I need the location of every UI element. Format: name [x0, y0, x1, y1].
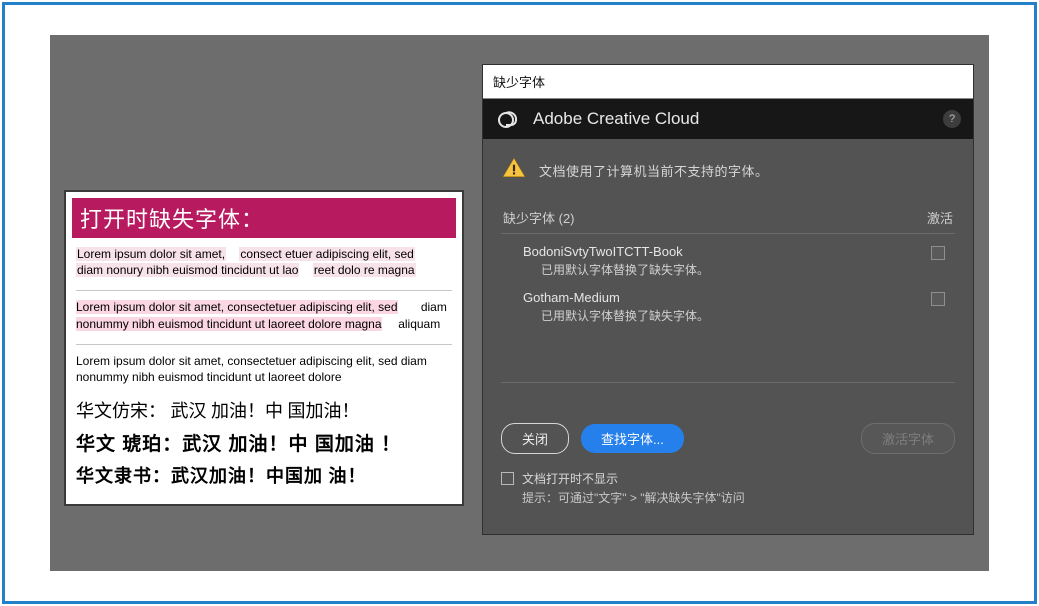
footer-row: 文档打开时不显示 提示：可通过"文字" > "解决缺失字体"访问 [501, 470, 955, 520]
chinese-font-rows: 华文仿宋： 武汉 加油！中 国加油！ 华文 琥珀：武汉 加油！中 国加油 ！ 华… [76, 397, 452, 488]
paragraph-2: Lorem ipsum dolor sit amet, consectetuer… [76, 299, 452, 331]
activate-fonts-button: 激活字体 [861, 423, 955, 454]
list-header-right: 激活 [927, 208, 953, 227]
warning-icon [501, 155, 527, 186]
divider [76, 344, 452, 345]
footer-text: 文档打开时不显示 提示：可通过"文字" > "解决缺失字体"访问 [522, 470, 745, 506]
font-item: Gotham-Medium 已用默认字体替换了缺失字体。 [501, 286, 955, 332]
cn-row-lishu: 华文隶书：武汉加油！中国加 油！ [76, 462, 452, 488]
missing-fonts-dialog: 缺少字体 Adobe Creative Cloud ? [483, 65, 973, 534]
font-item: BodoniSvtyTwoITCTT-Book 已用默认字体替换了缺失字体。 [501, 240, 955, 286]
dialog-body: 文档使用了计算机当前不支持的字体。 缺少字体 (2) 激活 BodoniSvty… [483, 139, 973, 534]
cn-row-fangsong: 华文仿宋： 武汉 加油！中 国加油！ [76, 397, 452, 423]
warning-row: 文档使用了计算机当前不支持的字体。 [501, 155, 955, 186]
close-button[interactable]: 关闭 [501, 423, 569, 454]
font-note: 已用默认字体替换了缺失字体。 [541, 307, 949, 324]
paragraph-1: Lorem ipsum dolor sit amet, consect etue… [76, 246, 452, 278]
font-name: BodoniSvtyTwoITCTT-Book [523, 244, 949, 259]
list-header-left: 缺少字体 (2) [503, 208, 575, 227]
dialog-brand-bar: Adobe Creative Cloud ? [483, 99, 973, 139]
creative-cloud-icon [497, 107, 521, 131]
workspace-area: 打开时缺失字体： Lorem ipsum dolor sit amet, con… [50, 35, 989, 571]
button-row: 关闭 查找字体... 激活字体 [501, 423, 955, 470]
paragraph-3: Lorem ipsum dolor sit amet, consectetuer… [76, 353, 452, 385]
outer-frame: 打开时缺失字体： Lorem ipsum dolor sit amet, con… [2, 2, 1037, 604]
hint-text: 提示：可通过"文字" > "解决缺失字体"访问 [522, 489, 745, 506]
find-fonts-button[interactable]: 查找字体... [581, 424, 684, 453]
checkbox-label: 文档打开时不显示 [522, 470, 745, 487]
document-preview: 打开时缺失字体： Lorem ipsum dolor sit amet, con… [64, 190, 464, 506]
font-list: BodoniSvtyTwoITCTT-Book 已用默认字体替换了缺失字体。 G… [501, 233, 955, 383]
font-list-header: 缺少字体 (2) 激活 [501, 208, 955, 227]
font-note: 已用默认字体替换了缺失字体。 [541, 261, 949, 278]
brand-text: Adobe Creative Cloud [533, 109, 699, 129]
activate-checkbox[interactable] [931, 246, 945, 260]
dont-show-checkbox[interactable] [501, 472, 514, 485]
activate-checkbox[interactable] [931, 292, 945, 306]
dialog-title: 缺少字体 [483, 65, 973, 99]
cn-row-hupo: 华文 琥珀：武汉 加油！中 国加油 ！ [76, 429, 452, 456]
divider [76, 290, 452, 291]
font-name: Gotham-Medium [523, 290, 949, 305]
document-heading: 打开时缺失字体： [72, 198, 456, 238]
help-icon[interactable]: ? [943, 110, 961, 128]
warning-text: 文档使用了计算机当前不支持的字体。 [539, 161, 769, 180]
